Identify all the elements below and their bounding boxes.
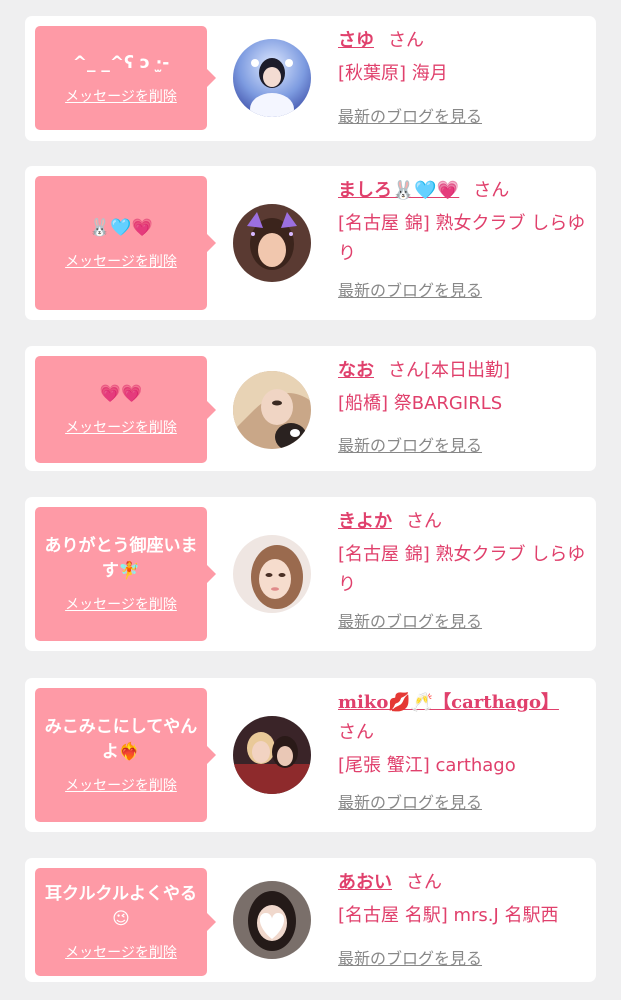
honorific-label: さん: [388, 360, 424, 381]
shop-label: [名古屋 錦] 熟女クラブ しらゆり: [338, 544, 586, 595]
message-bubble: ありがとう御座います🧚 メッセージを削除: [35, 507, 216, 641]
girl-info: miko💋🥂【carthago】 さん [尾張 蟹江] carthago 最新のブ…: [338, 688, 588, 813]
girl-name-link[interactable]: あおい: [338, 872, 392, 893]
shop-label: [尾張 蟹江] carthago: [338, 755, 516, 776]
message-text: 耳クルクルよくやる😉: [45, 884, 197, 929]
message-text: ^_ _^ʕ ɔ ·̫-: [72, 52, 170, 73]
message-list: ^_ _^ʕ ɔ ·̫- メッセージを削除 さゆ さん [秋葉原] 海月 最新のブ…: [0, 0, 621, 1000]
message-text: みこみこにしてやんよ❤️‍🔥: [44, 717, 198, 762]
shop-label: [船橋] 祭BARGIRLS: [338, 393, 503, 414]
girl-info: ましろ🐰🩵💗 さん [名古屋 錦] 熟女クラブ しらゆり 最新のブログを見る: [338, 176, 588, 301]
message-text: 💗💗: [99, 384, 143, 404]
message-bubble: みこみこにしてやんよ❤️‍🔥 メッセージを削除: [35, 688, 216, 822]
shop-label: [秋葉原] 海月: [338, 63, 448, 84]
message-card: ^_ _^ʕ ɔ ·̫- メッセージを削除 さゆ さん [秋葉原] 海月 最新のブ…: [25, 16, 596, 141]
message-text: 🐰🩵💗: [89, 217, 153, 238]
honorific-label: さん: [338, 722, 374, 743]
delete-message-link[interactable]: メッセージを削除: [65, 942, 177, 962]
latest-blog-link[interactable]: 最新のブログを見る: [338, 945, 482, 969]
message-card: ありがとう御座います🧚 メッセージを削除 きよか さん [名古屋 錦] 熟女クラブ…: [25, 497, 596, 651]
girl-name-link[interactable]: なお: [338, 360, 374, 381]
message-text: ありがとう御座います🧚: [44, 536, 198, 581]
message-bubble: 💗💗 メッセージを削除: [35, 356, 216, 463]
avatar[interactable]: [233, 881, 311, 959]
delete-message-link[interactable]: メッセージを削除: [65, 417, 177, 437]
message-bubble: 耳クルクルよくやる😉 メッセージを削除: [35, 868, 216, 976]
latest-blog-link[interactable]: 最新のブログを見る: [338, 432, 482, 456]
honorific-label: さん: [473, 180, 510, 201]
delete-message-link[interactable]: メッセージを削除: [65, 86, 177, 106]
girl-name-link[interactable]: きよか: [338, 511, 392, 532]
shop-label: [名古屋 錦] 熟女クラブ しらゆり: [338, 213, 586, 264]
shop-label: [名古屋 名駅] mrs.J 名駅西: [338, 905, 559, 926]
girl-name-link[interactable]: さゆ: [338, 30, 374, 51]
avatar[interactable]: [233, 39, 311, 117]
latest-blog-link[interactable]: 最新のブログを見る: [338, 789, 482, 813]
avatar[interactable]: [233, 371, 311, 449]
girl-info: さゆ さん [秋葉原] 海月 最新のブログを見る: [338, 26, 588, 127]
message-bubble: 🐰🩵💗 メッセージを削除: [35, 176, 216, 310]
avatar[interactable]: [233, 535, 311, 613]
delete-message-link[interactable]: メッセージを削除: [65, 251, 177, 271]
honorific-label: さん: [406, 872, 442, 893]
message-card: 耳クルクルよくやる😉 メッセージを削除 あおい さん [名古屋 名駅] mrs.J…: [25, 858, 596, 982]
honorific-label: さん: [406, 511, 442, 532]
avatar[interactable]: [233, 716, 311, 794]
girl-info: あおい さん [名古屋 名駅] mrs.J 名駅西 最新のブログを見る: [338, 868, 588, 969]
latest-blog-link[interactable]: 最新のブログを見る: [338, 277, 482, 301]
delete-message-link[interactable]: メッセージを削除: [65, 775, 177, 795]
girl-name-link[interactable]: miko💋🥂【carthago】: [338, 692, 559, 713]
girl-name-link[interactable]: ましろ🐰🩵💗: [338, 180, 459, 201]
latest-blog-link[interactable]: 最新のブログを見る: [338, 103, 482, 127]
honorific-label: さん: [388, 30, 424, 51]
delete-message-link[interactable]: メッセージを削除: [65, 594, 177, 614]
avatar[interactable]: [233, 204, 311, 282]
girl-info: きよか さん [名古屋 錦] 熟女クラブ しらゆり 最新のブログを見る: [338, 507, 588, 632]
status-label: [本日出勤]: [424, 360, 511, 381]
message-bubble: ^_ _^ʕ ɔ ·̫- メッセージを削除: [35, 26, 216, 130]
message-card: 🐰🩵💗 メッセージを削除 ましろ🐰🩵💗 さん [名古屋 錦] 熟女クラブ しらゆり…: [25, 166, 596, 320]
message-card: みこみこにしてやんよ❤️‍🔥 メッセージを削除 miko💋🥂【carthago】…: [25, 678, 596, 832]
message-card: 💗💗 メッセージを削除 なお さん[本日出勤] [船橋] 祭BARGIRLS 最新…: [25, 346, 596, 471]
latest-blog-link[interactable]: 最新のブログを見る: [338, 608, 482, 632]
girl-info: なお さん[本日出勤] [船橋] 祭BARGIRLS 最新のブログを見る: [338, 356, 588, 456]
